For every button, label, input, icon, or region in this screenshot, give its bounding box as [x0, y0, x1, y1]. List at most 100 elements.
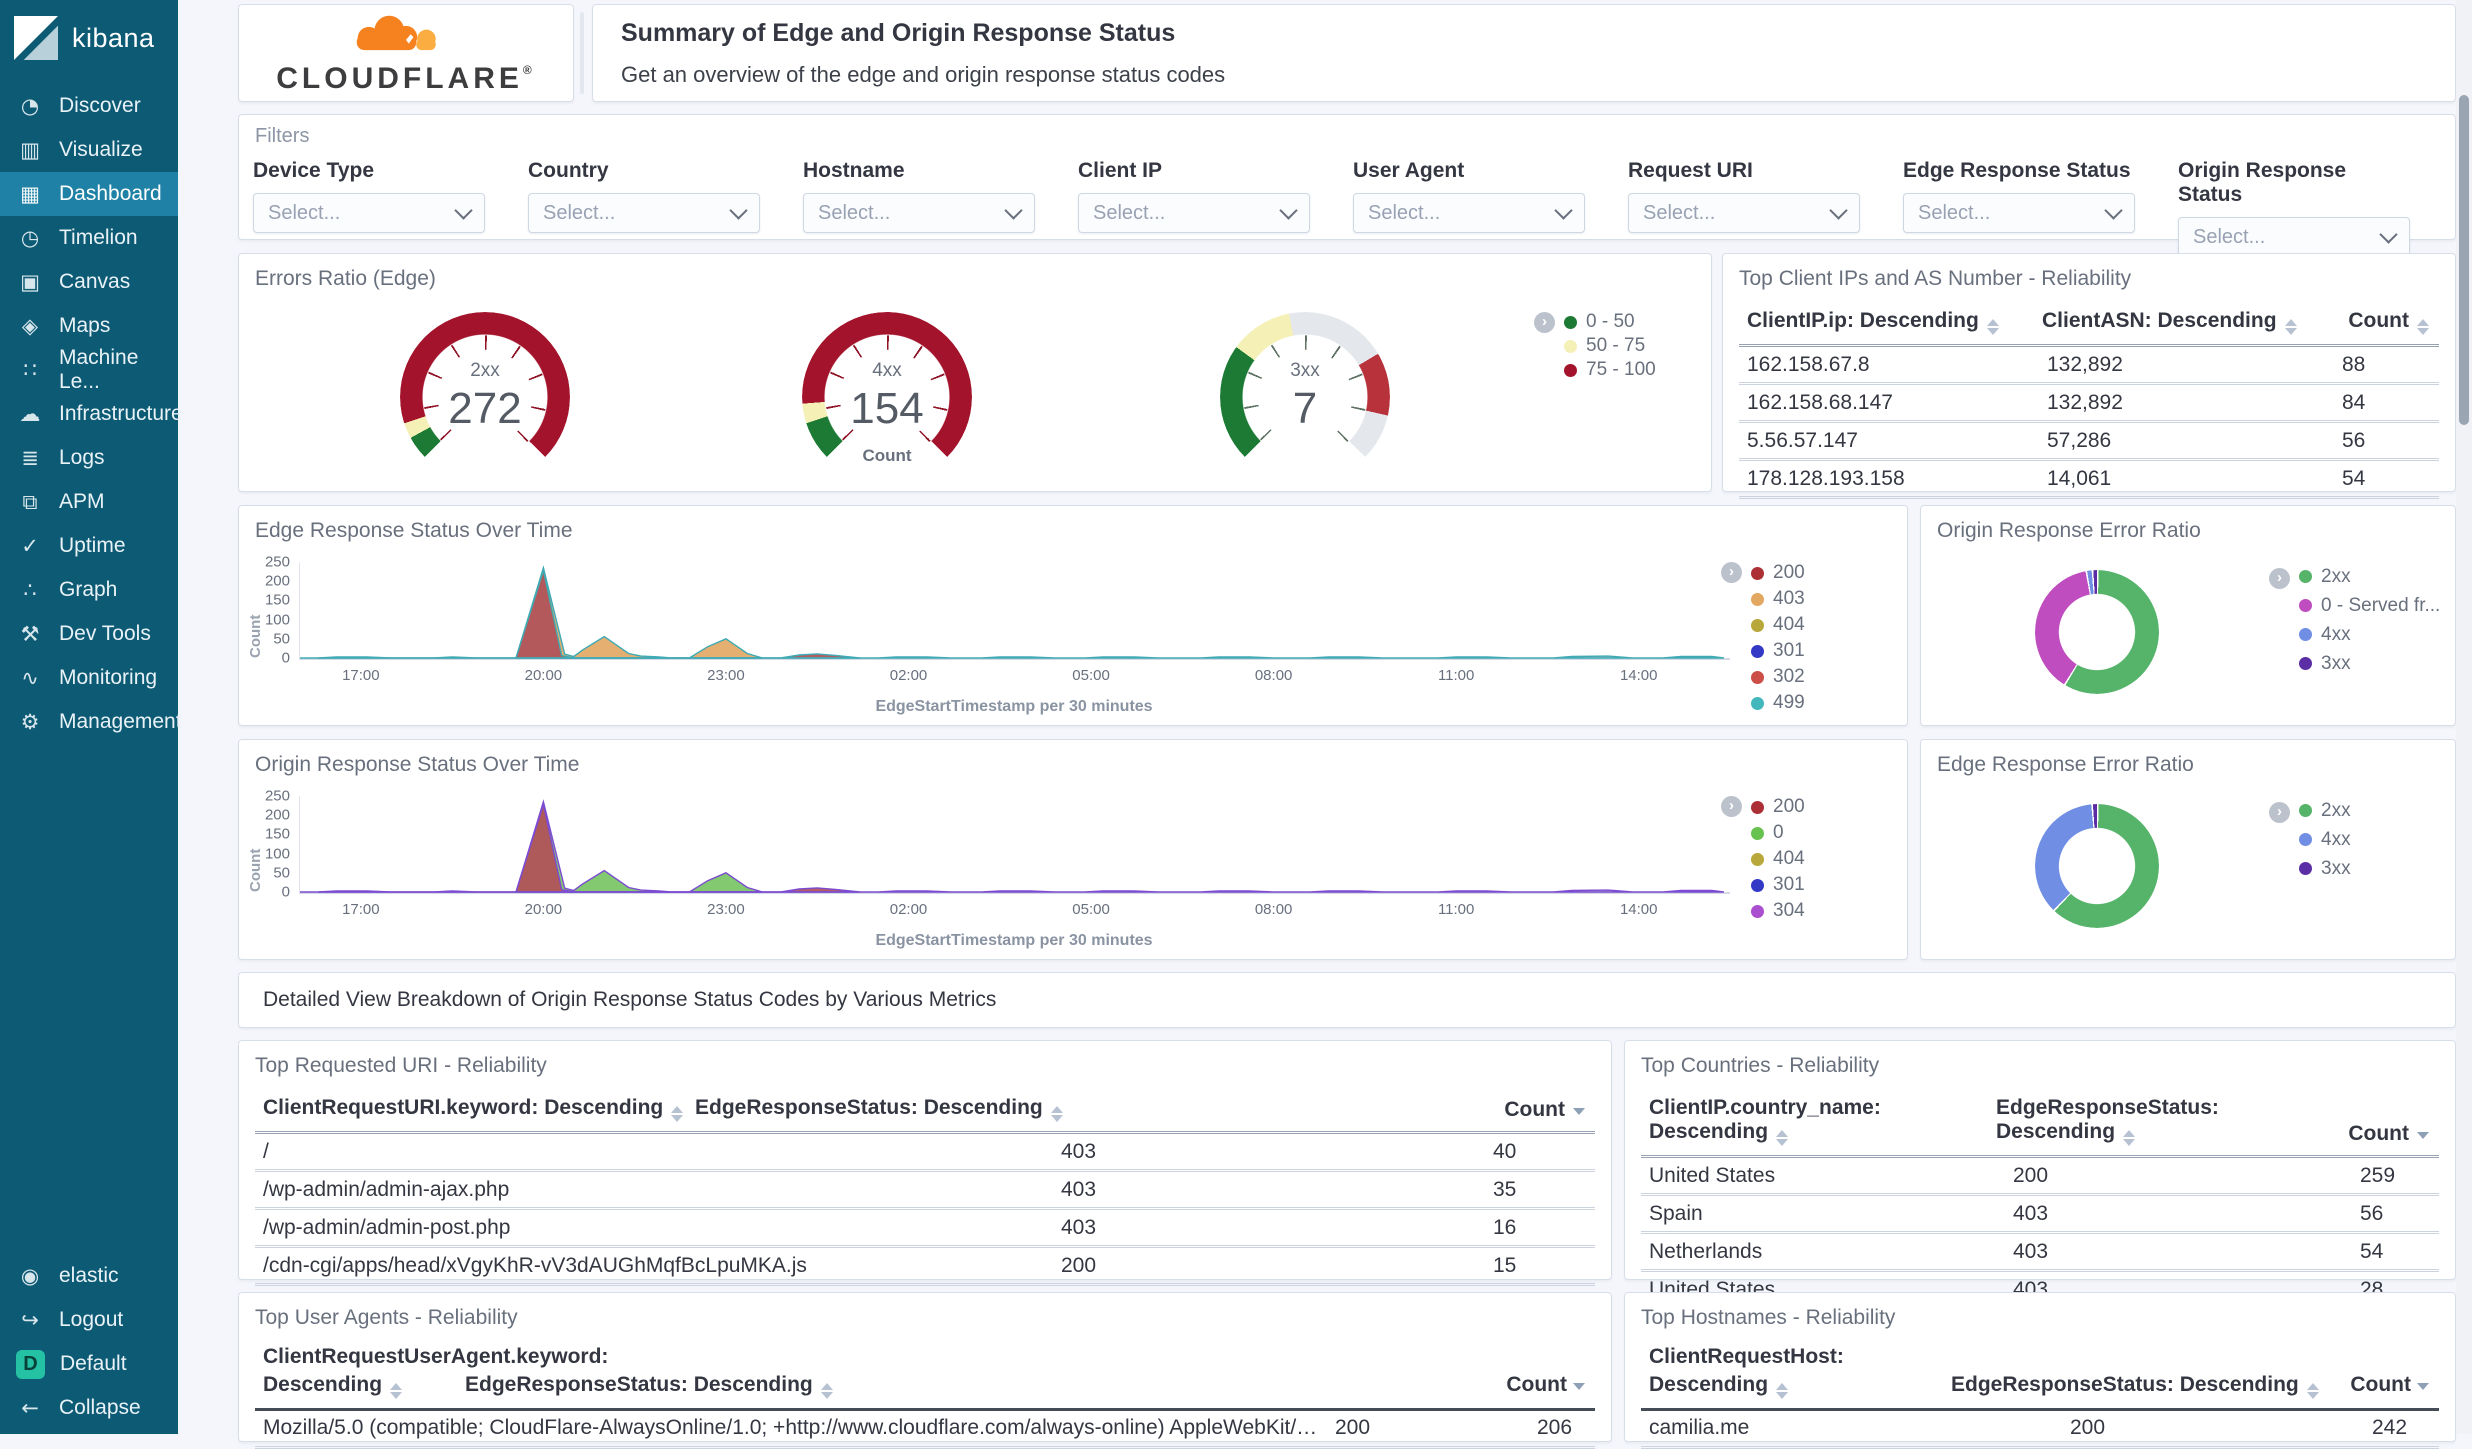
donut-chart[interactable] — [2035, 804, 2159, 928]
table-row[interactable]: Mozilla/5.0 (compatible; CloudFlare-Alwa… — [255, 1411, 1595, 1449]
column-header[interactable]: ClientASN: Descending — [2042, 309, 2348, 335]
legend-expand-icon[interactable] — [1534, 312, 1555, 333]
gauge[interactable]: 2xx 272 — [365, 312, 605, 482]
sort-icon[interactable] — [2284, 319, 2297, 335]
sidebar-item-user[interactable]: ◉ elastic — [0, 1254, 178, 1298]
sidebar-item[interactable]: ⧉ APM — [0, 480, 178, 524]
legend-item[interactable]: 200 — [1751, 560, 1805, 586]
sidebar-item[interactable]: ▦ Dashboard — [0, 172, 178, 216]
table-row[interactable]: United States 200 259 — [1641, 1158, 2439, 1196]
table-row[interactable]: 5.56.57.147 57,286 56 — [1739, 423, 2439, 461]
legend-item[interactable]: 50 - 75 — [1564, 334, 1656, 358]
sidebar-item[interactable]: ∷ Machine Le... — [0, 346, 178, 393]
sidebar-item-logout[interactable]: ↪ Logout — [0, 1298, 178, 1342]
legend-expand-icon[interactable] — [1721, 562, 1742, 583]
legend-item[interactable]: 0 — [1751, 820, 1805, 846]
scrollbar-thumb[interactable] — [2459, 95, 2469, 425]
column-header[interactable]: Count — [2348, 1122, 2439, 1146]
sidebar-item[interactable]: ◈ Maps — [0, 304, 178, 348]
legend-item[interactable]: 75 - 100 — [1564, 358, 1656, 382]
legend-expand-icon[interactable] — [2269, 568, 2290, 589]
sort-icon[interactable] — [671, 1106, 684, 1122]
sidebar-item[interactable]: ◔ Discover — [0, 84, 178, 128]
legend-item[interactable]: 4xx — [2299, 825, 2351, 854]
area-chart-plot[interactable]: 17:00 20:00 23:00 02:00 05:00 08:00 11:00 14:00… — [265, 788, 1730, 918]
legend-item[interactable]: 2xx — [2299, 796, 2351, 825]
legend-item[interactable]: 3xx — [2299, 649, 2440, 678]
table-row[interactable]: /wp-admin/admin-ajax.php 403 35 — [255, 1172, 1595, 1210]
filter-select[interactable]: Select... — [803, 193, 1035, 233]
legend-item[interactable]: 304 — [1751, 898, 1805, 924]
column-header[interactable]: EdgeResponseStatus: Descending — [695, 1096, 1504, 1122]
column-header[interactable]: Count — [1506, 1371, 1595, 1399]
sort-icon[interactable] — [2417, 1132, 2429, 1139]
table-row[interactable]: 178.128.193.158 14,061 54 — [1739, 461, 2439, 499]
sidebar-item-collapse[interactable]: ← Collapse — [0, 1386, 178, 1430]
legend-item[interactable]: 2xx — [2299, 562, 2440, 591]
kibana-logo-row[interactable]: kibana — [0, 0, 178, 74]
scrollbar-track[interactable] — [2456, 0, 2472, 1434]
sort-icon[interactable] — [820, 1383, 833, 1400]
filter-select[interactable]: Select... — [1903, 193, 2135, 233]
sidebar-item[interactable]: ∴ Graph — [0, 568, 178, 612]
column-header[interactable]: EdgeResponseStatus: Descending — [465, 1371, 1506, 1400]
sidebar-item[interactable]: ⚒ Dev Tools — [0, 612, 178, 656]
column-header[interactable]: EdgeResponseStatus: Descending — [1996, 1096, 2348, 1146]
column-header[interactable]: ClientRequestHost: Descending — [1649, 1343, 1951, 1400]
table-row[interactable]: /cdn-cgi/apps/head/xVgyKhR-vV3dAUGhMqfBc… — [255, 1248, 1595, 1286]
sidebar-item[interactable]: ⚙ Management — [0, 700, 182, 744]
legend-expand-icon[interactable] — [2269, 802, 2290, 823]
table-row[interactable]: 162.158.67.8 132,892 88 — [1739, 347, 2439, 385]
sidebar-item[interactable]: ◷ Timelion — [0, 216, 178, 260]
sort-icon[interactable] — [2417, 1383, 2429, 1391]
column-header[interactable]: Count — [1504, 1098, 1595, 1122]
sidebar-item[interactable]: ▥ Visualize — [0, 128, 178, 172]
legend-item[interactable]: 302 — [1751, 664, 1805, 690]
sidebar-item[interactable]: ≣ Logs — [0, 436, 178, 480]
sidebar-item[interactable]: ▣ Canvas — [0, 260, 178, 304]
legend-item[interactable]: 404 — [1751, 612, 1805, 638]
legend-item[interactable]: 301 — [1751, 638, 1805, 664]
filter-select[interactable]: Select... — [1078, 193, 1310, 233]
donut-chart[interactable] — [2035, 570, 2159, 694]
legend-item[interactable]: 0 - 50 — [1564, 310, 1656, 334]
sort-icon[interactable] — [2306, 1383, 2319, 1400]
sort-icon[interactable] — [1776, 1130, 1789, 1146]
filter-select[interactable]: Select... — [1353, 193, 1585, 233]
legend-item[interactable]: 404 — [1751, 846, 1805, 872]
table-row[interactable]: 162.158.68.147 132,892 84 — [1739, 385, 2439, 423]
sort-icon[interactable] — [390, 1383, 403, 1400]
sort-icon[interactable] — [2123, 1130, 2136, 1146]
table-row[interactable]: Netherlands 403 54 — [1641, 1234, 2439, 1272]
filter-select[interactable]: Select... — [2178, 217, 2410, 257]
column-header[interactable]: Count — [2350, 1371, 2439, 1399]
legend-item[interactable]: 403 — [1751, 586, 1805, 612]
panel-divider[interactable] — [580, 12, 584, 94]
legend-item[interactable]: 4xx — [2299, 620, 2440, 649]
legend-expand-icon[interactable] — [1721, 796, 1742, 817]
filter-select[interactable]: Select... — [253, 193, 485, 233]
sort-icon[interactable] — [1573, 1383, 1585, 1391]
sidebar-item-space-default[interactable]: D Default — [0, 1342, 178, 1386]
sort-icon[interactable] — [2417, 319, 2429, 335]
gauge[interactable]: 3xx 7 — [1185, 312, 1425, 482]
column-header[interactable]: ClientIP.country_name: Descending — [1649, 1096, 1996, 1146]
area-chart-plot[interactable]: 17:00 20:00 23:00 02:00 05:00 08:00 11:00 14:00… — [265, 554, 1730, 684]
column-header[interactable]: EdgeResponseStatus: Descending — [1951, 1371, 2350, 1400]
filter-select[interactable]: Select... — [1628, 193, 1860, 233]
legend-item[interactable]: 499 — [1751, 690, 1805, 716]
sort-icon[interactable] — [1986, 319, 1999, 335]
table-row[interactable]: /wp-admin/admin-post.php 403 16 — [255, 1210, 1595, 1248]
legend-item[interactable]: 200 — [1751, 794, 1805, 820]
sort-icon[interactable] — [1573, 1108, 1585, 1115]
column-header[interactable]: Count — [2348, 309, 2439, 335]
column-header[interactable]: ClientIP.ip: Descending — [1747, 309, 2042, 335]
legend-item[interactable]: 301 — [1751, 872, 1805, 898]
column-header[interactable]: ClientRequestUserAgent.keyword: Descendi… — [263, 1343, 608, 1400]
legend-item[interactable]: 0 - Served fr... — [2299, 591, 2440, 620]
sort-icon[interactable] — [1776, 1383, 1789, 1400]
sidebar-item[interactable]: ∿ Monitoring — [0, 656, 178, 700]
table-row[interactable]: camilia.me 200 242 — [1641, 1411, 2439, 1449]
sidebar-item[interactable]: ✓ Uptime — [0, 524, 178, 568]
sidebar-item[interactable]: ☁ Infrastructure — [0, 392, 183, 436]
